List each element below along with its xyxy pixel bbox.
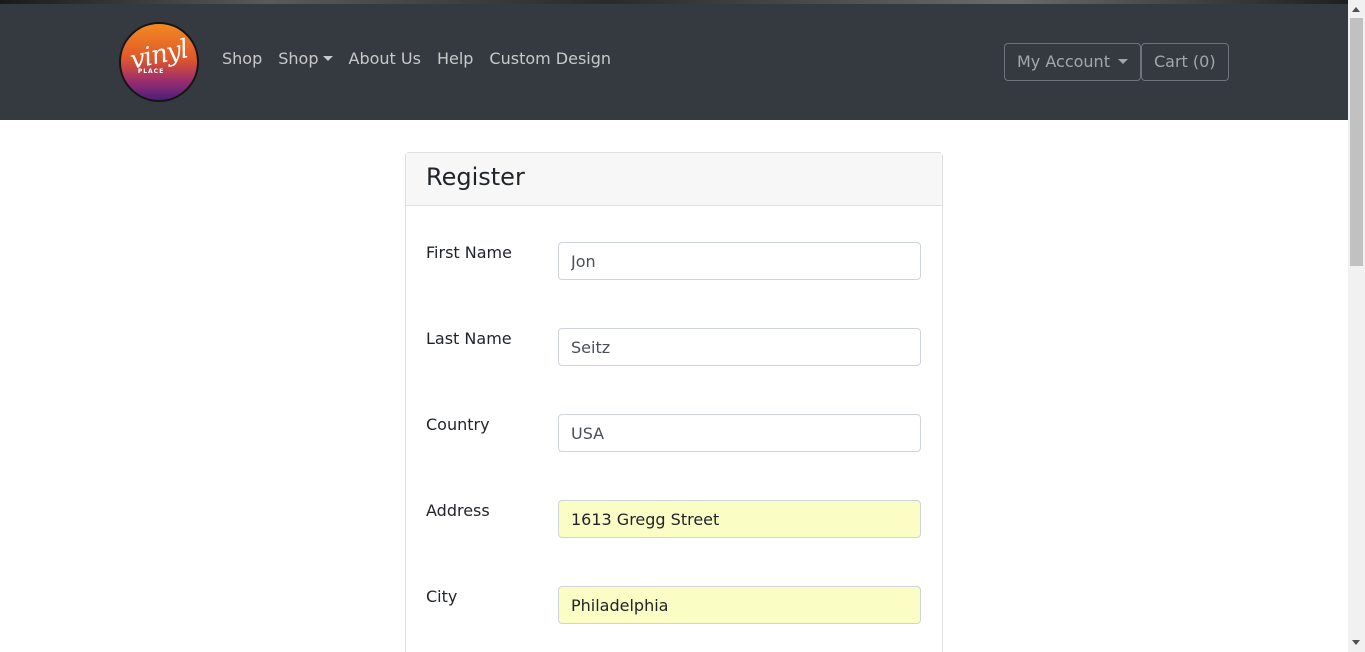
- country-input[interactable]: [558, 414, 921, 452]
- first-name-row: First Name: [426, 242, 922, 280]
- country-label: Country: [426, 415, 490, 434]
- first-name-label: First Name: [426, 243, 512, 262]
- caret-down-icon: [1117, 59, 1128, 64]
- my-account-label: My Account: [1017, 52, 1110, 71]
- cart-button[interactable]: Cart (0): [1141, 43, 1229, 81]
- scroll-thumb[interactable]: [1350, 18, 1363, 266]
- country-row: Country: [426, 414, 922, 452]
- nav-shop[interactable]: Shop: [222, 49, 262, 68]
- address-label: Address: [426, 501, 490, 520]
- address-input[interactable]: [558, 500, 921, 538]
- last-name-input[interactable]: [558, 328, 921, 366]
- city-input[interactable]: [558, 586, 921, 624]
- scroll-up-arrow-icon[interactable]: [1352, 7, 1360, 12]
- navbar: vinyl PLACE Shop Shop About Us Help Cust…: [0, 4, 1348, 120]
- city-label: City: [426, 587, 458, 606]
- register-title: Register: [406, 153, 942, 206]
- logo-subtext: PLACE: [137, 68, 165, 75]
- first-name-input[interactable]: [558, 242, 921, 280]
- nav-shop-dropdown[interactable]: Shop: [278, 49, 333, 68]
- scroll-down-arrow-icon[interactable]: [1352, 640, 1360, 645]
- nav-custom-design[interactable]: Custom Design: [489, 49, 611, 68]
- nav-shop-dropdown-label: Shop: [278, 49, 319, 68]
- page-scrollbar[interactable]: [1348, 0, 1365, 652]
- register-card: Register First Name Last Name Country Ad…: [405, 152, 943, 652]
- vinyl-place-logo[interactable]: vinyl PLACE: [119, 22, 199, 102]
- nav-help[interactable]: Help: [437, 49, 473, 68]
- address-row: Address: [426, 500, 922, 538]
- city-row: City: [426, 586, 922, 624]
- nav-about-us[interactable]: About Us: [349, 49, 421, 68]
- nav-links: Shop Shop About Us Help Custom Design: [222, 49, 611, 68]
- caret-down-icon: [322, 56, 333, 61]
- my-account-button[interactable]: My Account: [1004, 43, 1141, 81]
- last-name-row: Last Name: [426, 328, 922, 366]
- last-name-label: Last Name: [426, 329, 512, 348]
